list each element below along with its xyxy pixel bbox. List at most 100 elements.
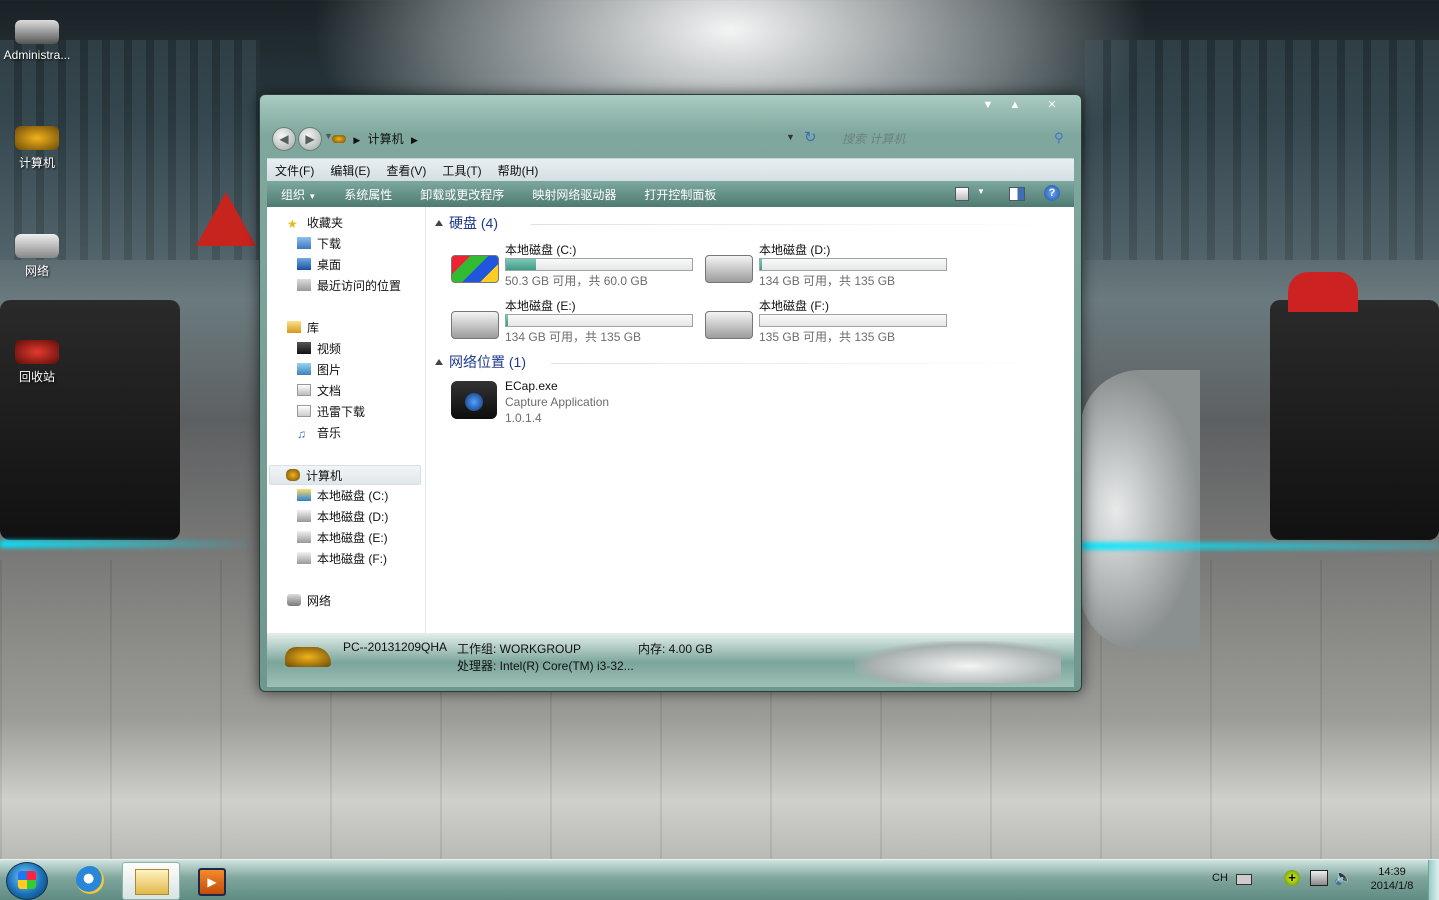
drive-name: 本地磁盘 (C:) — [505, 243, 577, 257]
menu-view[interactable]: 查看(V) — [378, 162, 434, 179]
menu-help[interactable]: 帮助(H) — [490, 162, 547, 179]
system-properties-button[interactable]: 系统属性 — [330, 186, 406, 203]
collapse-icon — [435, 220, 443, 226]
back-button[interactable]: ◀ — [272, 127, 296, 151]
group-divider — [551, 363, 1061, 364]
view-options-icon[interactable] — [955, 187, 969, 201]
refresh-icon[interactable]: ↻ — [804, 128, 817, 146]
wallpaper-glow-right — [1080, 542, 1439, 550]
group-header-hard-disks[interactable]: 硬盘 (4) — [435, 213, 498, 233]
keyboard-icon[interactable] — [1236, 874, 1252, 885]
nav-label: 迅雷下载 — [317, 405, 366, 419]
nav-pictures[interactable]: 图片 — [297, 360, 341, 380]
windows-logo-icon — [18, 871, 36, 889]
security-plus-icon[interactable]: + — [1284, 870, 1300, 886]
desktop-icon-computer[interactable]: 计算机 — [0, 126, 74, 171]
nav-recent-places[interactable]: 最近访问的位置 — [297, 276, 401, 296]
drive-c[interactable]: 本地磁盘 (C:) 50.3 GB 可用，共 60.0 GB — [451, 241, 701, 293]
clock[interactable]: 14:39 2014/1/8 — [1362, 866, 1422, 892]
library-icon — [287, 321, 301, 333]
network-status-icon[interactable] — [1310, 870, 1328, 886]
map-network-drive-button[interactable]: 映射网络驱动器 — [518, 186, 630, 203]
wallpaper-glow-left — [0, 540, 260, 548]
forward-button[interactable]: ▶ — [298, 127, 322, 151]
nav-computer[interactable]: 计算机 — [269, 465, 421, 485]
chevron-right-icon: ▶ — [410, 135, 418, 145]
computer-icon — [15, 126, 59, 150]
minimize-button[interactable]: ▼ — [976, 97, 1000, 113]
taskbar-internet-explorer[interactable] — [62, 862, 118, 898]
network-icon — [15, 234, 59, 258]
taskbar-media-player[interactable]: ▶ — [182, 862, 238, 898]
nav-label: 计算机 — [306, 469, 343, 483]
nav-network[interactable]: 网络 — [287, 591, 331, 611]
nav-drive-e[interactable]: 本地磁盘 (E:) — [297, 528, 388, 548]
maximize-button[interactable]: ▲ — [1003, 97, 1027, 113]
group-header-network-locations[interactable]: 网络位置 (1) — [435, 352, 526, 372]
uninstall-program-button[interactable]: 卸载或更改程序 — [406, 186, 518, 203]
drive-f[interactable]: 本地磁盘 (F:) 135 GB 可用，共 135 GB — [705, 297, 955, 349]
explorer-window[interactable]: ▼ ▲ ✕ ◀ ▶ ▼ ▶ 计算机 ▶ ▼ ↻ 搜索 计算机 ⚲ 文件(F) 编… — [259, 94, 1082, 692]
drive-e[interactable]: 本地磁盘 (E:) 134 GB 可用，共 135 GB — [451, 297, 701, 349]
network-item-ecap[interactable]: ECap.exe Capture Application 1.0.1.4 — [451, 379, 711, 429]
volume-icon[interactable]: 🔈 — [1334, 868, 1353, 886]
nav-downloads[interactable]: 下载 — [297, 234, 341, 254]
workgroup: 工作组: WORKGROUP — [457, 642, 582, 656]
nav-desktop[interactable]: 桌面 — [297, 255, 341, 275]
desktop-icon-network[interactable]: 网络 — [0, 234, 74, 279]
drive-name: 本地磁盘 (E:) — [505, 299, 576, 313]
desktop-icon-recycle-bin[interactable]: 回收站 — [0, 340, 74, 385]
help-icon[interactable]: ? — [1044, 185, 1060, 201]
hard-drive-icon — [297, 552, 311, 564]
address-dropdown-icon[interactable]: ▼ — [786, 132, 795, 142]
nav-documents[interactable]: 文档 — [297, 381, 341, 401]
language-indicator[interactable]: CH — [1212, 872, 1228, 884]
view-dropdown-icon[interactable]: ▼ — [977, 187, 985, 196]
nav-music[interactable]: ♫ 音乐 — [297, 423, 341, 443]
nav-libraries[interactable]: 库 — [287, 318, 319, 338]
nav-favorites[interactable]: ★ 收藏夹 — [287, 213, 343, 233]
wallpaper-stop-sign — [1288, 272, 1358, 312]
breadcrumb-computer[interactable]: 计算机 — [368, 132, 404, 146]
drive-name: 本地磁盘 (F:) — [759, 299, 829, 313]
menu-edit[interactable]: 编辑(E) — [322, 162, 378, 179]
taskbar-windows-explorer[interactable] — [122, 862, 180, 900]
hard-drive-icon — [705, 255, 753, 283]
wallpaper-logo-text — [320, 690, 1040, 760]
recent-places-icon — [297, 279, 311, 291]
open-control-panel-button[interactable]: 打开控制面板 — [630, 186, 730, 203]
preview-pane-icon[interactable] — [1009, 187, 1025, 201]
wallpaper-car — [1080, 370, 1200, 650]
nav-label: 库 — [307, 321, 320, 335]
nav-drive-d[interactable]: 本地磁盘 (D:) — [297, 507, 388, 527]
menu-tools[interactable]: 工具(T) — [434, 162, 489, 179]
nav-label: 视频 — [317, 342, 342, 356]
nav-drive-f[interactable]: 本地磁盘 (F:) — [297, 549, 387, 569]
nav-label: 最近访问的位置 — [317, 279, 402, 293]
desktop-icon-administrator[interactable]: Administra... — [0, 20, 74, 62]
system-drive-icon — [297, 489, 311, 501]
show-desktop-button[interactable] — [1428, 860, 1439, 900]
drive-usage-fill — [506, 315, 508, 326]
desktop-icon-label: 计算机 — [18, 156, 55, 170]
clock-time: 14:39 — [1378, 866, 1406, 878]
nav-thunder-downloads[interactable]: 迅雷下载 — [297, 402, 365, 422]
video-icon — [297, 342, 311, 354]
drive-d[interactable]: 本地磁盘 (D:) 134 GB 可用，共 135 GB — [705, 241, 955, 293]
camera-icon — [451, 381, 497, 419]
organize-button[interactable]: 组织 ▼ — [267, 186, 330, 203]
search-icon[interactable]: ⚲ — [1054, 130, 1064, 146]
desktop-icon-label: 网络 — [24, 264, 49, 278]
nav-drive-c[interactable]: 本地磁盘 (C:) — [297, 486, 388, 506]
start-button[interactable] — [6, 862, 48, 900]
collapse-icon — [435, 359, 443, 365]
pictures-icon — [297, 363, 311, 375]
menu-file[interactable]: 文件(F) — [267, 162, 322, 179]
nav-label: 桌面 — [317, 258, 342, 272]
close-button[interactable]: ✕ — [1040, 97, 1064, 113]
nav-label: 本地磁盘 (C:) — [317, 489, 389, 503]
nav-videos[interactable]: 视频 — [297, 339, 341, 359]
drive-usage-bar — [759, 314, 947, 327]
search-input[interactable]: 搜索 计算机 — [834, 128, 1068, 150]
address-bar[interactable]: ▶ 计算机 ▶ — [332, 129, 772, 149]
